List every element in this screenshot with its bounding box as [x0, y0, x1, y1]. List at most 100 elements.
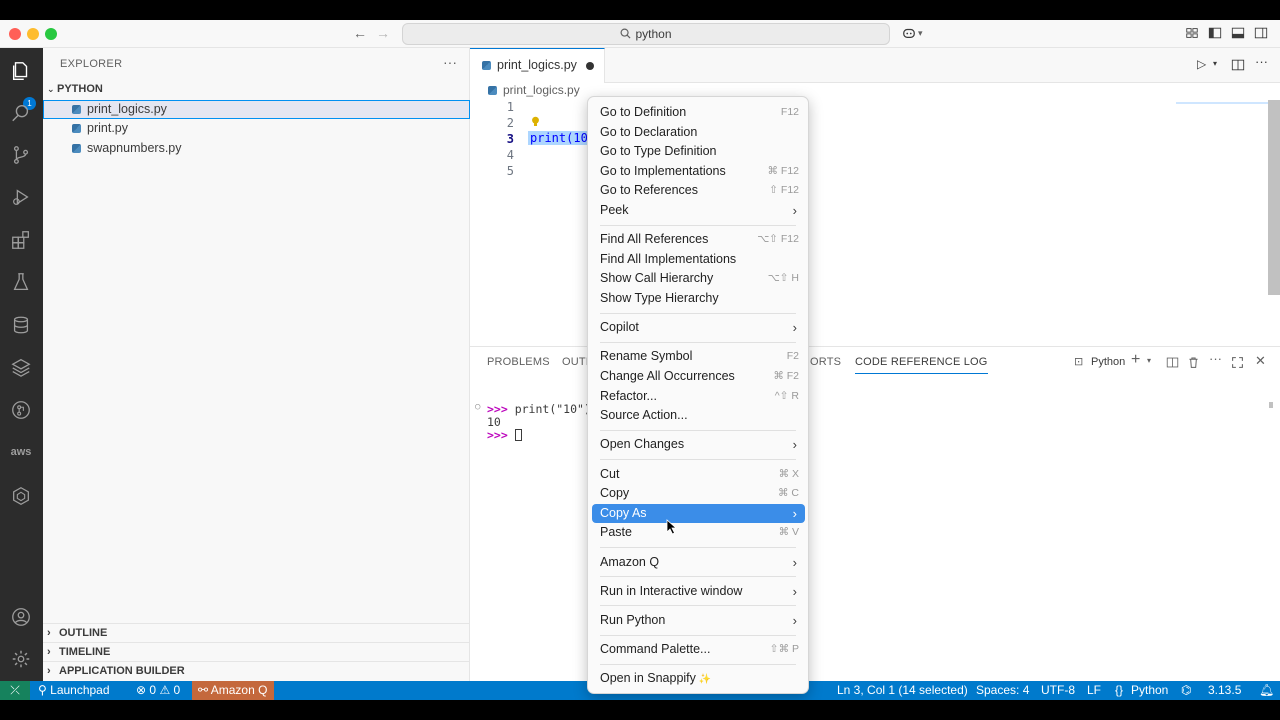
menu-item-refactor[interactable]: Refactor... ^⇧ R: [592, 387, 805, 406]
new-terminal-plus-icon[interactable]: +: [1131, 351, 1140, 369]
forward-arrow-icon[interactable]: →: [376, 25, 390, 41]
file-print[interactable]: print.py: [43, 119, 470, 138]
more-actions-icon[interactable]: ···: [443, 54, 457, 70]
extensions-icon[interactable]: [9, 228, 33, 252]
maximize-panel-icon[interactable]: [1231, 356, 1244, 369]
menu-item-go-to-implementations[interactable]: Go to Implementations ⌘ F12: [592, 162, 805, 181]
amazon-q-item[interactable]: ⚯ Amazon Q: [192, 681, 274, 700]
aws-icon[interactable]: aws: [9, 440, 33, 464]
unsaved-dot-icon[interactable]: [586, 62, 594, 70]
terminal-name[interactable]: Python: [1091, 356, 1125, 368]
menu-item-copy-as[interactable]: Copy As ›: [592, 503, 805, 523]
trash-icon[interactable]: [1187, 356, 1200, 369]
application-builder-section[interactable]: › APPLICATION BUILDER: [43, 661, 470, 680]
tab-problems[interactable]: PROBLEMS: [487, 356, 550, 368]
menu-item-rename-symbol[interactable]: Rename Symbol F2: [592, 347, 805, 366]
menu-item-find-all-references[interactable]: Find All References ⌥⇧ F12: [592, 230, 805, 249]
notifications-bell-icon[interactable]: 🔔︎: [1259, 681, 1274, 700]
testing-icon[interactable]: [9, 270, 33, 294]
editor-more-icon[interactable]: ···: [1255, 54, 1268, 69]
editor-scrollbar[interactable]: [1268, 100, 1280, 295]
tab-code-reference-log[interactable]: CODE REFERENCE LOG: [855, 356, 988, 374]
menu-item-open-changes[interactable]: Open Changes ›: [592, 435, 805, 454]
menu-item-copy[interactable]: Copy ⌘ C: [592, 484, 805, 503]
account-icon[interactable]: [9, 605, 33, 629]
problems-item[interactable]: ⊗ 0 ⚠ 0: [136, 681, 180, 700]
run-play-icon[interactable]: ▷: [1197, 57, 1206, 71]
hexagon-icon[interactable]: [9, 484, 33, 508]
back-arrow-icon[interactable]: ←: [353, 25, 367, 41]
menu-item-go-to-declaration[interactable]: Go to Declaration: [592, 123, 805, 142]
terminal-scrollbar[interactable]: [1269, 402, 1273, 408]
menu-separator: [600, 634, 796, 636]
menu-item-show-call-hierarchy[interactable]: Show Call Hierarchy ⌥⇧ H: [592, 269, 805, 288]
layers-icon[interactable]: [9, 355, 33, 379]
files-icon[interactable]: [9, 59, 33, 83]
run-chevron-down-icon[interactable]: ▾: [1213, 59, 1217, 68]
minimize-window-button[interactable]: [27, 28, 39, 40]
menu-item-go-to-references[interactable]: Go to References ⇧ F12: [592, 181, 805, 200]
outline-section[interactable]: › OUTLINE: [43, 623, 470, 642]
close-panel-icon[interactable]: ✕: [1255, 353, 1266, 369]
menu-item-run-python[interactable]: Run Python ›: [592, 611, 805, 630]
folder-python[interactable]: ⌄ PYTHON: [47, 83, 103, 95]
menu-item-peek[interactable]: Peek ›: [592, 201, 805, 220]
lightbulb-icon[interactable]: [531, 116, 540, 127]
menu-item-go-to-type-definition[interactable]: Go to Type Definition: [592, 142, 805, 161]
menu-item-label: Run in Interactive window: [600, 583, 743, 598]
toggle-panel-icon[interactable]: [1231, 26, 1245, 40]
encoding[interactable]: UTF-8: [1041, 681, 1075, 700]
menu-item-change-all-occurrences[interactable]: Change All Occurrences ⌘ F2: [592, 367, 805, 386]
breadcrumb[interactable]: print_logics.py: [488, 83, 580, 97]
timeline-section[interactable]: › TIMELINE: [43, 642, 470, 661]
chevron-down-icon: ⌄: [47, 84, 55, 94]
split-editor-icon[interactable]: [1231, 58, 1245, 72]
file-print-logics[interactable]: print_logics.py: [43, 100, 470, 119]
indentation[interactable]: Spaces: 4: [976, 681, 1029, 700]
gitlens-icon[interactable]: [9, 398, 33, 422]
copilot-status-icon[interactable]: ⌬: [1181, 681, 1191, 700]
toggle-secondary-sidebar-icon[interactable]: [1254, 26, 1268, 40]
settings-gear-icon[interactable]: [9, 647, 33, 671]
menu-item-go-to-definition[interactable]: Go to Definition F12: [592, 103, 805, 122]
amazon-q-label: Amazon Q: [210, 683, 268, 697]
menu-item-command-palette[interactable]: Command Palette... ⇧⌘ P: [592, 640, 805, 659]
end-of-line[interactable]: LF: [1087, 681, 1101, 700]
python-version[interactable]: 3.13.5: [1208, 681, 1241, 700]
language-mode[interactable]: Python: [1131, 681, 1168, 700]
minimap[interactable]: [1176, 102, 1268, 104]
menu-item-cut[interactable]: Cut ⌘ X: [592, 465, 805, 484]
terminal-cursor: [514, 429, 522, 441]
tab-ports[interactable]: ORTS: [810, 356, 841, 368]
toggle-sidebar-icon[interactable]: [1208, 26, 1222, 40]
menu-item-open-in-snappify[interactable]: Open in Snappify ✨: [592, 669, 805, 688]
copilot-icon[interactable]: [902, 26, 916, 40]
close-window-button[interactable]: [9, 28, 21, 40]
command-center-search[interactable]: python: [402, 23, 890, 45]
copilot-chevron-down-icon[interactable]: ▾: [918, 28, 923, 39]
menu-item-copilot[interactable]: Copilot ›: [592, 318, 805, 337]
menu-item-amazon-q[interactable]: Amazon Q ›: [592, 553, 805, 572]
menu-item-paste[interactable]: Paste ⌘ V: [592, 523, 805, 542]
search-icon[interactable]: [9, 101, 33, 125]
source-control-icon[interactable]: [9, 143, 33, 167]
customize-layout-icon[interactable]: [1185, 26, 1199, 40]
menu-item-find-all-implementations[interactable]: Find All Implementations: [592, 250, 805, 269]
code-line-3[interactable]: print(10: [528, 131, 590, 145]
terminal-line-3[interactable]: >>>: [487, 428, 522, 442]
file-swapnumbers[interactable]: swapnumbers.py: [43, 139, 470, 158]
tab-print-logics[interactable]: print_logics.py: [470, 48, 605, 83]
remote-icon[interactable]: ⤫: [0, 681, 30, 700]
menu-item-run-in-interactive-window[interactable]: Run in Interactive window ›: [592, 582, 805, 601]
panel-more-icon[interactable]: ···: [1209, 351, 1222, 366]
database-icon[interactable]: [9, 313, 33, 337]
menu-item-show-type-hierarchy[interactable]: Show Type Hierarchy: [592, 289, 805, 308]
cursor-position[interactable]: Ln 3, Col 1 (14 selected): [837, 681, 968, 700]
split-terminal-icon[interactable]: [1166, 356, 1179, 369]
maximize-window-button[interactable]: [45, 28, 57, 40]
menu-item-source-action[interactable]: Source Action...: [592, 406, 805, 425]
outline-label: OUTLINE: [59, 627, 108, 639]
terminal-dropdown-icon[interactable]: ▾: [1147, 356, 1151, 365]
launchpad-item[interactable]: ⚲ Launchpad: [38, 681, 110, 700]
run-debug-icon[interactable]: [9, 185, 33, 209]
